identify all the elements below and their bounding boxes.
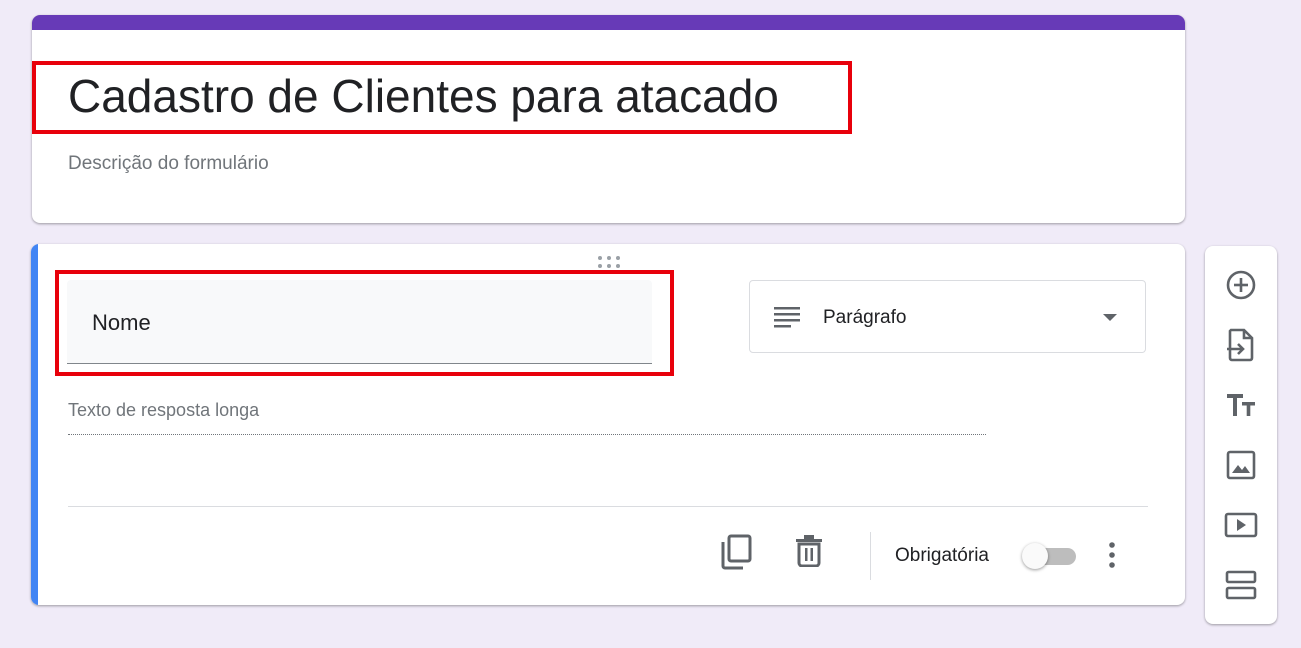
theme-accent-bar (32, 15, 1185, 30)
import-questions-icon (1227, 328, 1255, 362)
form-title[interactable]: Cadastro de Clientes para atacado (68, 67, 779, 125)
active-question-indicator (31, 244, 38, 605)
add-video-button[interactable] (1219, 503, 1263, 547)
footer-vertical-divider (870, 532, 871, 580)
side-toolbar (1205, 246, 1277, 624)
more-vert-icon[interactable] (1101, 540, 1123, 570)
title-text-icon (1225, 392, 1257, 418)
required-label: Obrigatória (895, 545, 989, 566)
question-title-text: Nome (92, 310, 151, 335)
trash-icon[interactable] (795, 535, 823, 567)
image-icon (1226, 450, 1256, 480)
question-title-input[interactable]: Nome (67, 280, 652, 364)
drag-handle-icon[interactable] (597, 255, 621, 269)
import-questions-button[interactable] (1219, 323, 1263, 367)
question-card[interactable]: Nome Parágrafo Texto de resposta longa O… (31, 244, 1185, 605)
question-type-label: Parágrafo (823, 307, 907, 328)
add-circle-icon (1225, 269, 1257, 301)
add-image-button[interactable] (1219, 443, 1263, 487)
add-question-button[interactable] (1219, 263, 1263, 307)
footer-divider (68, 506, 1148, 507)
chevron-down-icon (1103, 314, 1117, 321)
copy-icon[interactable] (720, 534, 752, 570)
section-icon (1225, 570, 1257, 600)
paragraph-icon (774, 306, 800, 328)
toggle-knob (1022, 543, 1048, 569)
add-title-button[interactable] (1219, 383, 1263, 427)
add-section-button[interactable] (1219, 563, 1263, 607)
form-description[interactable]: Descrição do formulário (68, 153, 269, 175)
video-icon (1224, 512, 1258, 538)
question-type-select[interactable]: Parágrafo (749, 280, 1146, 353)
long-answer-placeholder: Texto de resposta longa (68, 400, 986, 435)
form-title-card[interactable]: Cadastro de Clientes para atacado Descri… (32, 15, 1185, 223)
required-toggle[interactable] (1022, 543, 1076, 569)
